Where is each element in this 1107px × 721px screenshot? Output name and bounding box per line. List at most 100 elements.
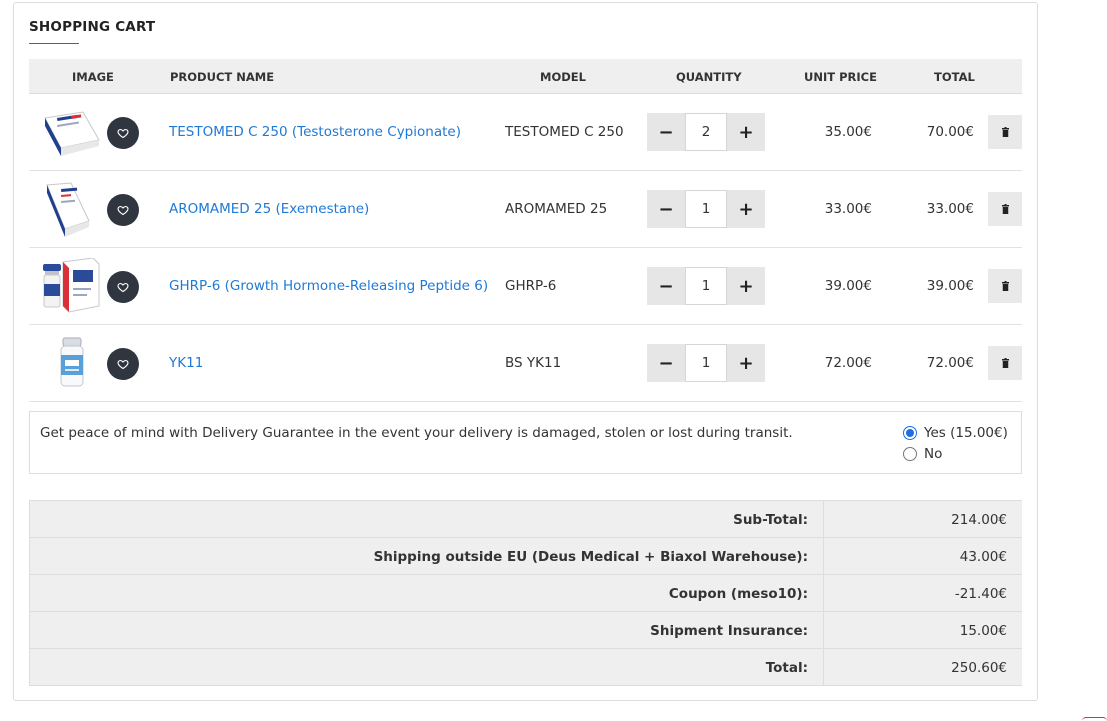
order-totals-table: Sub-Total: 214.00€ Shipping outside EU (…: [29, 500, 1022, 686]
testomed-box-image[interactable]: [41, 104, 103, 162]
wishlist-button[interactable]: [107, 194, 139, 226]
totals-label: Sub-Total:: [733, 512, 808, 528]
guarantee-option-yes-label: Yes (15.00€): [924, 425, 1008, 441]
decrease-quantity-button[interactable]: −: [647, 113, 685, 151]
quantity-stepper: − +: [647, 267, 765, 305]
quantity-stepper: − +: [647, 344, 765, 382]
unit-price: 72.00€: [824, 355, 872, 371]
wishlist-button[interactable]: [107, 348, 139, 380]
increase-quantity-button[interactable]: +: [727, 190, 765, 228]
quantity-input[interactable]: [685, 344, 727, 382]
totals-row-shipping: Shipping outside EU (Deus Medical + Biax…: [30, 538, 1022, 575]
column-header-total: TOTAL: [934, 70, 975, 84]
unit-price: 35.00€: [824, 124, 872, 140]
delivery-guarantee-box: Get peace of mind with Delivery Guarante…: [29, 411, 1022, 474]
guarantee-option-yes[interactable]: Yes (15.00€): [903, 425, 1008, 441]
remove-item-button[interactable]: [988, 192, 1022, 226]
totals-value: 250.60€: [951, 660, 1007, 676]
radio-yes[interactable]: [903, 426, 917, 440]
column-header-quantity: QUANTITY: [676, 70, 742, 84]
product-link[interactable]: GHRP-6 (Growth Hormone-Releasing Peptide…: [169, 278, 488, 294]
product-model: GHRP-6: [505, 278, 557, 294]
column-header-image: IMAGE: [72, 70, 114, 84]
totals-label: Coupon (meso10):: [668, 586, 808, 602]
table-row: GHRP-6 (Growth Hormone-Releasing Peptide…: [29, 248, 1022, 325]
minus-icon: −: [658, 121, 674, 143]
trash-icon: [1001, 358, 1009, 368]
remove-item-button[interactable]: [988, 346, 1022, 380]
guarantee-option-no[interactable]: No: [903, 446, 942, 462]
yk11-bottle-image[interactable]: [41, 335, 103, 393]
totals-row-total: Total: 250.60€: [30, 649, 1022, 686]
totals-value: 214.00€: [951, 512, 1007, 528]
aromamed-box-image[interactable]: [41, 181, 103, 239]
quantity-stepper: − +: [647, 113, 765, 151]
cart-table: IMAGE PRODUCT NAME MODEL QUANTITY UNIT P…: [29, 59, 1022, 402]
column-header-unit-price: UNIT PRICE: [804, 70, 877, 84]
decrease-quantity-button[interactable]: −: [647, 190, 685, 228]
quantity-input[interactable]: [685, 190, 727, 228]
title-underline: [29, 43, 79, 44]
heart-icon: [117, 359, 129, 370]
table-row: YK11 BS YK11 − + 72.00€ 72.00€: [29, 325, 1022, 402]
increase-quantity-button[interactable]: +: [727, 267, 765, 305]
totals-value: 43.00€: [959, 549, 1007, 565]
wishlist-button[interactable]: [107, 271, 139, 303]
table-row: AROMAMED 25 (Exemestane) AROMAMED 25 − +…: [29, 171, 1022, 248]
minus-icon: −: [658, 352, 674, 374]
radio-no[interactable]: [903, 447, 917, 461]
heart-icon: [117, 282, 129, 293]
wishlist-button[interactable]: [107, 117, 139, 149]
product-link[interactable]: AROMAMED 25 (Exemestane): [169, 201, 369, 217]
totals-value: -21.40€: [954, 586, 1007, 602]
increase-quantity-button[interactable]: +: [727, 344, 765, 382]
delivery-guarantee-text: Get peace of mind with Delivery Guarante…: [40, 425, 793, 441]
product-model: AROMAMED 25: [505, 201, 608, 217]
unit-price: 33.00€: [824, 201, 872, 217]
trash-icon: [1001, 281, 1009, 291]
totals-label: Shipping outside EU (Deus Medical + Biax…: [373, 549, 808, 565]
decrease-quantity-button[interactable]: −: [647, 344, 685, 382]
minus-icon: −: [658, 198, 674, 220]
totals-row-insurance: Shipment Insurance: 15.00€: [30, 612, 1022, 649]
table-row: TESTOMED C 250 (Testosterone Cypionate) …: [29, 94, 1022, 171]
totals-row-coupon: Coupon (meso10): -21.40€: [30, 575, 1022, 612]
totals-row-subtotal: Sub-Total: 214.00€: [30, 501, 1022, 538]
column-header-model: MODEL: [540, 70, 586, 84]
line-total: 72.00€: [926, 355, 974, 371]
remove-item-button[interactable]: [988, 115, 1022, 149]
product-model: TESTOMED C 250: [505, 124, 624, 140]
page-title: SHOPPING CART: [29, 19, 156, 35]
trash-icon: [1001, 127, 1009, 137]
remove-item-button[interactable]: [988, 269, 1022, 303]
totals-label: Total:: [765, 660, 808, 676]
trash-icon: [1001, 204, 1009, 214]
heart-icon: [117, 205, 129, 216]
quantity-input[interactable]: [685, 113, 727, 151]
table-header: IMAGE PRODUCT NAME MODEL QUANTITY UNIT P…: [29, 59, 1022, 94]
shopping-cart-panel: SHOPPING CART IMAGE PRODUCT NAME MODEL Q…: [13, 2, 1038, 701]
product-link[interactable]: TESTOMED C 250 (Testosterone Cypionate): [169, 124, 461, 140]
totals-value: 15.00€: [959, 623, 1007, 639]
line-total: 70.00€: [926, 124, 974, 140]
product-link[interactable]: YK11: [169, 355, 203, 371]
line-total: 33.00€: [926, 201, 974, 217]
scroll-to-top-edge[interactable]: [1082, 717, 1107, 721]
guarantee-option-no-label: No: [924, 446, 943, 462]
quantity-stepper: − +: [647, 190, 765, 228]
ghrp6-vial-image[interactable]: [41, 257, 103, 316]
line-total: 39.00€: [926, 278, 974, 294]
column-header-product-name: PRODUCT NAME: [170, 70, 275, 84]
minus-icon: −: [658, 275, 674, 297]
product-model: BS YK11: [505, 355, 562, 371]
totals-label: Shipment Insurance:: [650, 623, 808, 639]
plus-icon: +: [738, 121, 754, 143]
decrease-quantity-button[interactable]: −: [647, 267, 685, 305]
plus-icon: +: [738, 275, 754, 297]
unit-price: 39.00€: [824, 278, 872, 294]
plus-icon: +: [738, 198, 754, 220]
plus-icon: +: [738, 352, 754, 374]
heart-icon: [117, 128, 129, 139]
increase-quantity-button[interactable]: +: [727, 113, 765, 151]
quantity-input[interactable]: [685, 267, 727, 305]
